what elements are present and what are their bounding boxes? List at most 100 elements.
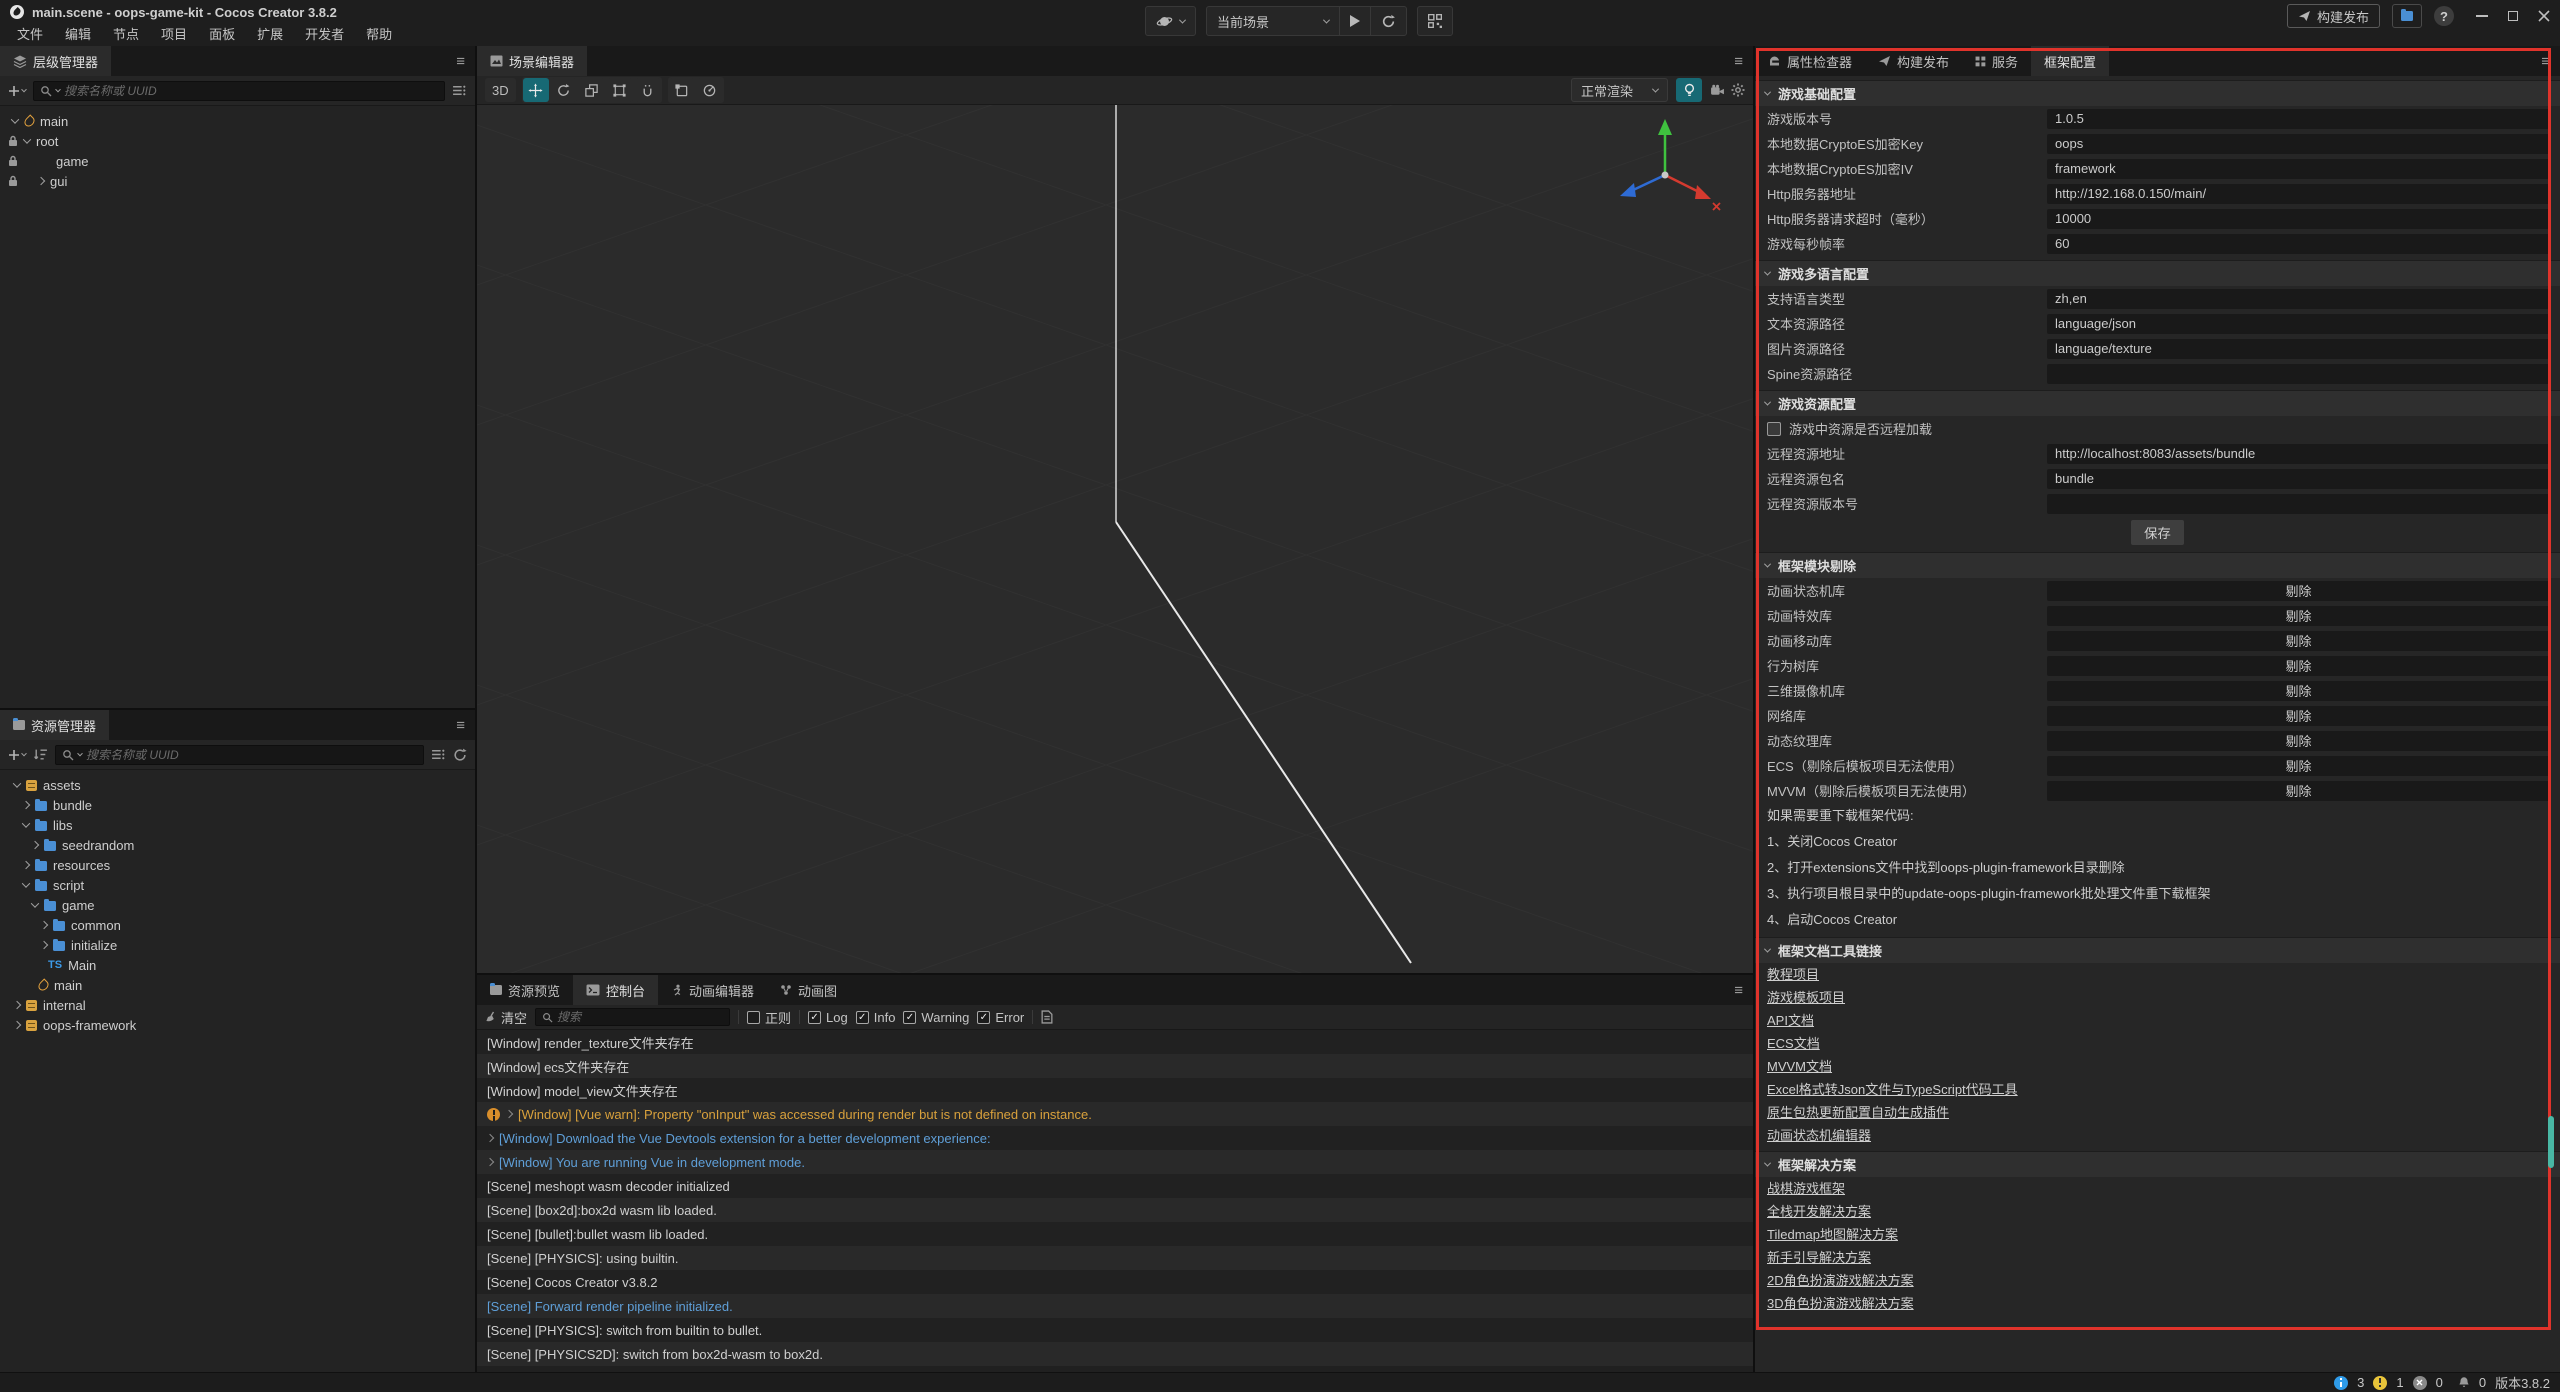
- sort-icon[interactable]: [33, 748, 48, 761]
- link-guide-solution[interactable]: 新手引导解决方案: [1767, 1246, 1871, 1269]
- tab-hierarchy[interactable]: 层级管理器: [0, 46, 111, 76]
- log-row[interactable]: [Scene] meshopt wasm decoder initialized: [477, 1174, 1753, 1198]
- link-hotupdate-plugin[interactable]: 原生包热更新配置自动生成插件: [1767, 1101, 1949, 1124]
- log-row[interactable]: [Window] model_view文件夹存在: [477, 1078, 1753, 1102]
- render-mode-dropdown[interactable]: 正常渲染: [1571, 78, 1668, 102]
- expand-icon[interactable]: [505, 1110, 513, 1118]
- tab-framework-config[interactable]: 框架配置: [2031, 46, 2109, 76]
- minimize-icon[interactable]: [2476, 15, 2488, 17]
- link-animator-editor[interactable]: 动画状态机编辑器: [1767, 1124, 1871, 1147]
- tab-animation-graph[interactable]: 动画图: [767, 975, 850, 1005]
- link-tiledmap-solution[interactable]: Tiledmap地图解决方案: [1767, 1223, 1898, 1246]
- menu-help[interactable]: 帮助: [355, 24, 403, 46]
- menu-extension[interactable]: 扩展: [246, 24, 294, 46]
- remove-button[interactable]: 剔除: [2047, 731, 2550, 751]
- remove-button[interactable]: 剔除: [2047, 656, 2550, 676]
- lighting-toggle-button[interactable]: [1676, 78, 1702, 102]
- remove-button[interactable]: 剔除: [2047, 681, 2550, 701]
- field-input[interactable]: 10000: [2047, 209, 2550, 229]
- filter-error-checkbox[interactable]: ✓ Error: [977, 1010, 1024, 1025]
- link-ecs-docs[interactable]: ECS文档: [1767, 1032, 1820, 1055]
- expand-icon[interactable]: [22, 861, 30, 869]
- expand-icon[interactable]: [40, 921, 48, 929]
- camera-icon[interactable]: [1710, 84, 1725, 97]
- save-button[interactable]: 保存: [2130, 519, 2185, 546]
- section-module-remove[interactable]: 框架模块剔除: [1755, 552, 2560, 578]
- assets-search[interactable]: [55, 745, 424, 765]
- filter-log-checkbox[interactable]: ✓ Log: [808, 1010, 848, 1025]
- expand-icon[interactable]: [11, 115, 19, 123]
- mode-3d-button[interactable]: 3D: [485, 78, 516, 102]
- warning-count-icon[interactable]: [2373, 1376, 2387, 1390]
- filter-warning-checkbox[interactable]: ✓ Warning: [903, 1010, 969, 1025]
- expand-icon[interactable]: [40, 941, 48, 949]
- field-input[interactable]: 60: [2047, 234, 2550, 254]
- asset-node-resources[interactable]: resources: [0, 855, 475, 875]
- expand-icon[interactable]: [22, 879, 30, 887]
- expand-icon[interactable]: [486, 1158, 494, 1166]
- field-input[interactable]: framework: [2047, 159, 2550, 179]
- remove-button[interactable]: 剔除: [2047, 756, 2550, 776]
- tree-node-game[interactable]: game: [0, 151, 475, 171]
- scene-viewport[interactable]: [477, 105, 1753, 973]
- expand-icon[interactable]: [13, 1001, 21, 1009]
- asset-node-internal[interactable]: internal: [0, 995, 475, 1015]
- asset-node-libs[interactable]: libs: [0, 815, 475, 835]
- log-row-info[interactable]: [Scene] Forward render pipeline initiali…: [477, 1294, 1753, 1318]
- pivot-toggle-button[interactable]: [669, 78, 695, 102]
- inspector-scrollbar[interactable]: [2548, 1116, 2554, 1168]
- create-asset-button[interactable]: [8, 749, 26, 761]
- link-mvvm-docs[interactable]: MVVM文档: [1767, 1055, 1832, 1078]
- maximize-icon[interactable]: [2508, 11, 2518, 21]
- field-input[interactable]: language/json: [2047, 314, 2550, 334]
- log-row[interactable]: [Scene] [box2d]:box2d wasm lib loaded.: [477, 1198, 1753, 1222]
- tab-build-publish[interactable]: 构建发布: [1865, 46, 1962, 76]
- log-row[interactable]: [Window] ecs文件夹存在: [477, 1054, 1753, 1078]
- hierarchy-search-input[interactable]: [64, 84, 438, 98]
- hierarchy-menu-icon[interactable]: ≡: [446, 53, 475, 70]
- hierarchy-search[interactable]: [33, 81, 445, 101]
- log-row-info[interactable]: [Window] You are running Vue in developm…: [477, 1150, 1753, 1174]
- link-3d-rpg-solution[interactable]: 3D角色扮演游戏解决方案: [1767, 1292, 1914, 1315]
- link-wargame-framework[interactable]: 战棋游戏框架: [1767, 1177, 1845, 1200]
- remote-load-checkbox[interactable]: 游戏中资源是否远程加载: [1755, 416, 2560, 441]
- bell-icon[interactable]: [2458, 1376, 2470, 1389]
- section-solutions[interactable]: 框架解决方案: [1755, 1151, 2560, 1177]
- log-row[interactable]: [Scene] [PHYSICS]: using builtin.: [477, 1246, 1753, 1270]
- section-language-config[interactable]: 游戏多语言配置: [1755, 260, 2560, 286]
- field-input[interactable]: [2047, 364, 2550, 384]
- asset-node-common[interactable]: common: [0, 915, 475, 935]
- remove-button[interactable]: 剔除: [2047, 581, 2550, 601]
- field-input[interactable]: 1.0.5: [2047, 109, 2550, 129]
- remove-button[interactable]: 剔除: [2047, 606, 2550, 626]
- log-row[interactable]: [Scene] [PHYSICS2D]: switch from box2d-w…: [477, 1342, 1753, 1366]
- filter-info-checkbox[interactable]: ✓ Info: [856, 1010, 896, 1025]
- scene-menu-icon[interactable]: ≡: [1724, 53, 1753, 70]
- play-button[interactable]: [1340, 7, 1371, 35]
- log-row[interactable]: [Scene] [PHYSICS]: switch from builtin t…: [477, 1318, 1753, 1342]
- orientation-gizmo[interactable]: [1607, 113, 1727, 233]
- expand-icon[interactable]: [23, 135, 31, 143]
- expand-icon[interactable]: [486, 1134, 494, 1142]
- asset-node-game[interactable]: game: [0, 895, 475, 915]
- field-input[interactable]: http://192.168.0.150/main/: [2047, 184, 2550, 204]
- coordinate-toggle-button[interactable]: [697, 78, 723, 102]
- expand-icon[interactable]: [22, 819, 30, 827]
- scale-tool-button[interactable]: [579, 78, 605, 102]
- move-tool-button[interactable]: [523, 78, 549, 102]
- refresh-icon[interactable]: [453, 748, 467, 762]
- field-input[interactable]: [2047, 494, 2550, 514]
- tab-services[interactable]: 服务: [1962, 46, 2031, 76]
- tab-assets[interactable]: 资源管理器: [0, 710, 109, 740]
- console-search[interactable]: [535, 1008, 730, 1026]
- remove-button[interactable]: 剔除: [2047, 631, 2550, 651]
- help-button[interactable]: ?: [2434, 6, 2454, 26]
- field-input[interactable]: bundle: [2047, 469, 2550, 489]
- asset-node-oops-framework[interactable]: oops-framework: [0, 1015, 475, 1035]
- open-project-folder-button[interactable]: [2392, 4, 2422, 28]
- build-publish-button[interactable]: 构建发布: [2287, 4, 2380, 28]
- assets-search-input[interactable]: [86, 748, 417, 762]
- preview-qr-button[interactable]: [1418, 7, 1452, 35]
- menu-node[interactable]: 节点: [102, 24, 150, 46]
- rotate-tool-button[interactable]: [551, 78, 577, 102]
